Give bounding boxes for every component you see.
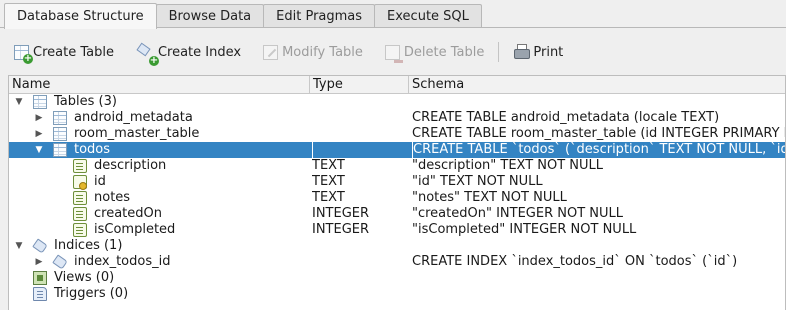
table-schema: CREATE TABLE `todos` (`description` TEXT… (412, 142, 785, 158)
view-icon (33, 271, 47, 285)
field-name: id (94, 174, 106, 189)
field-type: TEXT (312, 174, 345, 189)
table-name: todos (74, 142, 111, 157)
print-label: Print (533, 44, 564, 60)
tree-node-views[interactable]: Views (0) (9, 270, 785, 286)
field-name: createdOn (94, 206, 162, 221)
views-label: Views (0) (54, 270, 115, 285)
column-header-name[interactable]: Name (9, 76, 310, 94)
table-icon (53, 111, 67, 125)
tab-edit-pragmas[interactable]: Edit Pragmas (263, 4, 376, 28)
tree-node-table-room-master-table[interactable]: ▶ room_master_table CREATE TABLE room_ma… (9, 126, 785, 142)
table-schema: CREATE TABLE room_master_table (id INTEG… (412, 126, 785, 141)
tree-node-field[interactable]: createdOn INTEGER "createdOn" INTEGER NO… (9, 206, 785, 222)
tree-node-index-todos-id[interactable]: ▶ index_todos_id CREATE INDEX `index_tod… (9, 254, 785, 270)
create-index-button[interactable]: Create Index (130, 40, 247, 66)
collapse-arrow-icon[interactable]: ▼ (14, 94, 24, 110)
tree-node-field[interactable]: description TEXT "description" TEXT NOT … (9, 158, 785, 174)
printer-icon (513, 43, 531, 61)
tab-database-structure[interactable]: Database Structure (4, 3, 157, 29)
delete-table-label: Delete Table (403, 44, 485, 60)
delete-table-button[interactable]: Delete Table (379, 40, 490, 64)
field-icon (73, 207, 87, 221)
tree-header: Name Type Schema (9, 76, 785, 94)
structure-panel: Create Table Create Index Modify Table D… (0, 27, 786, 310)
primary-key-icon (73, 175, 87, 190)
column-header-schema[interactable]: Schema (409, 76, 785, 94)
tree-node-indices[interactable]: ▼ Indices (1) (9, 238, 785, 254)
trigger-icon (33, 287, 47, 301)
tree-node-table-todos[interactable]: ▼ todos CREATE TABLE `todos` (`descripti… (9, 142, 785, 158)
field-type: TEXT (312, 158, 345, 173)
field-name: description (94, 158, 167, 173)
table-name: android_metadata (74, 110, 193, 125)
create-table-label: Create Table (33, 44, 114, 60)
table-schema: CREATE TABLE android_metadata (locale TE… (412, 110, 720, 125)
table-type (312, 110, 408, 126)
field-type: INTEGER (312, 206, 370, 221)
tables-icon (33, 95, 47, 109)
tree-node-triggers[interactable]: Triggers (0) (9, 286, 785, 302)
expand-arrow-icon[interactable]: ▶ (34, 126, 44, 142)
tree-node-field[interactable]: id TEXT "id" TEXT NOT NULL (9, 174, 785, 190)
triggers-label: Triggers (0) (54, 286, 129, 301)
field-name: notes (94, 190, 131, 205)
modify-table-label: Modify Table (282, 44, 363, 60)
index-tag-icon (53, 255, 67, 269)
table-icon (53, 143, 67, 157)
toolbar-separator (498, 42, 500, 62)
field-name: isCompleted (94, 222, 176, 237)
create-index-label: Create Index (157, 44, 242, 60)
field-schema: "notes" TEXT NOT NULL (412, 190, 567, 205)
index-name: index_todos_id (74, 254, 171, 269)
tab-bar: Database Structure Browse Data Edit Prag… (4, 3, 482, 29)
table-type (312, 142, 408, 158)
collapse-arrow-icon[interactable]: ▼ (14, 238, 24, 254)
structure-toolbar: Create Table Create Index Modify Table D… (8, 40, 579, 66)
expand-arrow-icon[interactable]: ▶ (34, 110, 44, 126)
index-tag-icon (33, 239, 47, 253)
collapse-arrow-icon[interactable]: ▼ (34, 142, 44, 158)
table-type (312, 126, 408, 142)
field-icon (73, 191, 87, 205)
create-index-icon (136, 43, 159, 66)
delete-table-icon (384, 44, 403, 63)
index-schema: CREATE INDEX `index_todos_id` ON `todos`… (412, 254, 738, 269)
create-table-icon (14, 44, 33, 64)
schema-tree[interactable]: Name Type Schema ▼ Tables (3) ▶ android_… (8, 75, 786, 310)
field-schema: "description" TEXT NOT NULL (412, 158, 604, 173)
field-schema: "createdOn" INTEGER NOT NULL (412, 206, 624, 221)
field-type: INTEGER (312, 222, 370, 237)
table-icon (53, 127, 67, 141)
tab-browse-data[interactable]: Browse Data (155, 4, 265, 28)
field-schema: "id" TEXT NOT NULL (412, 174, 543, 189)
tree-node-table-android-metadata[interactable]: ▶ android_metadata CREATE TABLE android_… (9, 110, 785, 126)
field-icon (73, 159, 87, 173)
tree-node-tables[interactable]: ▼ Tables (3) (9, 94, 785, 110)
tree-node-field[interactable]: isCompleted INTEGER "isCompleted" INTEGE… (9, 222, 785, 238)
field-schema: "isCompleted" INTEGER NOT NULL (412, 222, 637, 237)
table-name: room_master_table (74, 126, 200, 141)
column-header-type[interactable]: Type (310, 76, 409, 94)
field-icon (73, 223, 87, 237)
expand-arrow-icon[interactable]: ▶ (34, 254, 44, 270)
index-type (312, 254, 408, 270)
modify-table-button[interactable]: Modify Table (257, 40, 369, 64)
print-button[interactable]: Print (507, 40, 569, 64)
create-table-button[interactable]: Create Table (8, 40, 120, 64)
tab-execute-sql[interactable]: Execute SQL (374, 4, 482, 28)
tree-rows: ▼ Tables (3) ▶ android_metadata CREATE T… (9, 94, 785, 302)
tree-node-field[interactable]: notes TEXT "notes" TEXT NOT NULL (9, 190, 785, 206)
modify-table-icon (263, 44, 279, 60)
indices-label: Indices (1) (54, 238, 123, 253)
field-type: TEXT (312, 190, 345, 205)
tables-label: Tables (3) (54, 94, 117, 109)
